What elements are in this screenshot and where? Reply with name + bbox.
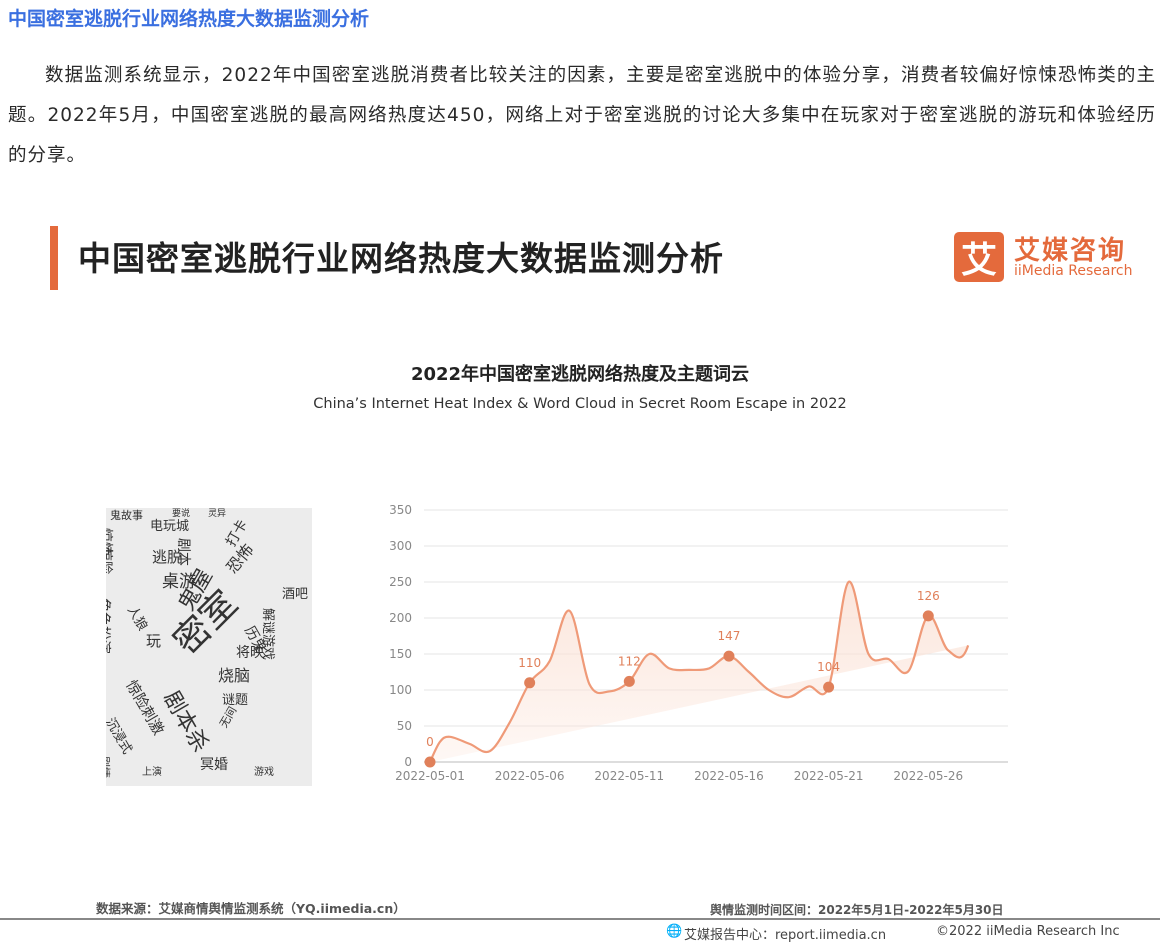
y-tick-label: 100 — [389, 683, 412, 697]
footer-copyright: ©2022 iiMedia Research Inc — [936, 924, 1120, 939]
y-tick-label: 50 — [397, 719, 412, 733]
data-point-marker — [723, 650, 735, 662]
x-tick-label: 2022-05-26 — [893, 769, 963, 783]
data-point-marker — [524, 677, 536, 689]
y-tick-label: 150 — [389, 647, 412, 661]
data-point-marker — [424, 756, 436, 768]
y-tick-label: 300 — [389, 539, 412, 553]
y-tick-label: 350 — [389, 503, 412, 517]
heat-line-chart: 0 50 100 150 200 250 300 350 2022-05-01 2022-05-0… — [389, 503, 1008, 783]
data-point-label: 0 — [426, 735, 434, 749]
footer-divider — [0, 918, 1160, 920]
x-tick-label: 2022-05-01 — [395, 769, 465, 783]
y-tick-label: 0 — [404, 755, 412, 769]
y-tick-label: 200 — [389, 611, 412, 625]
data-point-marker — [823, 681, 835, 693]
data-point-marker — [922, 610, 934, 622]
x-tick-label: 2022-05-11 — [594, 769, 664, 783]
x-tick-label: 2022-05-21 — [794, 769, 864, 783]
x-tick-label: 2022-05-16 — [694, 769, 764, 783]
data-source: 数据来源：艾媒商情舆情监测系统（YQ.iimedia.cn） — [96, 901, 406, 916]
data-point-label: 110 — [518, 656, 541, 670]
data-point-marker — [623, 675, 635, 687]
data-point-label: 104 — [817, 660, 840, 674]
series-area — [430, 581, 969, 762]
data-point-label: 147 — [718, 629, 741, 643]
y-tick-label: 250 — [389, 575, 412, 589]
data-point-label: 126 — [917, 589, 940, 603]
globe-icon: 🌐 — [666, 924, 683, 939]
monitoring-period: 舆情监测时间区间：2022年5月1日-2022年5月30日 — [710, 903, 1004, 917]
x-tick-label: 2022-05-06 — [495, 769, 565, 783]
data-point-label: 112 — [618, 654, 641, 668]
footer-report-center: 艾媒报告中心：report.iimedia.cn — [684, 928, 887, 943]
